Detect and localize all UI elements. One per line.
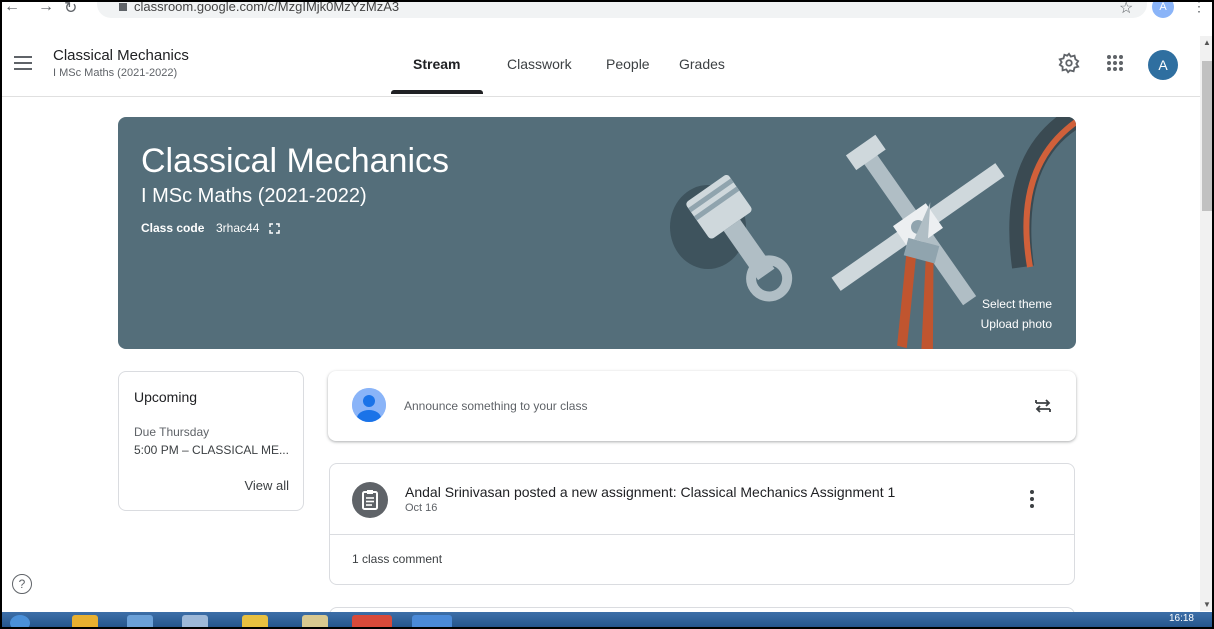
taskbar-app-icon[interactable]	[72, 615, 98, 627]
tab-grades[interactable]: Grades	[679, 56, 725, 72]
announce-placeholder[interactable]: Announce something to your class	[404, 399, 587, 413]
class-code-label: Class code	[141, 221, 205, 235]
post-title[interactable]: Andal Srinivasan posted a new assignment…	[405, 484, 895, 500]
class-code-value: 3rhac44	[216, 221, 260, 235]
due-date-label: Due Thursday	[134, 425, 210, 439]
tab-people[interactable]: People	[606, 56, 650, 72]
help-icon[interactable]: ?	[12, 574, 32, 594]
tab-stream[interactable]: Stream	[413, 56, 460, 72]
reload-icon[interactable]: ↻	[64, 2, 77, 18]
class-banner: Classical Mechanics I MSc Maths (2021-20…	[118, 117, 1076, 349]
active-tab-indicator	[391, 90, 483, 94]
bookmark-star-icon[interactable]: ☆	[1119, 2, 1133, 18]
taskbar-app-icon[interactable]	[412, 615, 452, 627]
gear-icon[interactable]	[1058, 52, 1080, 74]
scrollbar-thumb[interactable]	[1202, 61, 1212, 211]
hamburger-icon[interactable]	[14, 56, 32, 70]
taskbar-app-icon[interactable]	[182, 615, 208, 627]
view-all-link[interactable]: View all	[244, 478, 289, 493]
banner-class-title: Classical Mechanics	[141, 142, 449, 180]
start-button-icon[interactable]	[10, 615, 30, 627]
forward-icon[interactable]: →	[38, 2, 54, 16]
url-text[interactable]: classroom.google.com/c/MzgIMjk0MzYzMzA3	[134, 2, 399, 14]
os-taskbar: 16:18	[2, 612, 1212, 627]
browser-profile-avatar[interactable]: A	[1152, 2, 1174, 18]
account-avatar[interactable]: A	[1148, 50, 1178, 80]
upload-photo-link[interactable]: Upload photo	[981, 317, 1052, 331]
class-title[interactable]: Classical Mechanics	[53, 47, 189, 64]
taskbar-clock: 16:18	[1168, 613, 1194, 624]
scroll-up-icon[interactable]: ▲	[1203, 38, 1211, 47]
class-subtitle: I MSc Maths (2021-2022)	[53, 67, 178, 79]
upcoming-card: Upcoming Due Thursday 5:00 PM – CLASSICA…	[118, 371, 304, 511]
upcoming-title: Upcoming	[134, 389, 198, 405]
announce-box[interactable]: Announce something to your class	[328, 371, 1076, 441]
taskbar-app-icon[interactable]	[242, 615, 268, 627]
tab-classwork[interactable]: Classwork	[507, 56, 572, 72]
user-avatar	[352, 388, 386, 422]
taskbar-app-icon[interactable]	[302, 615, 328, 627]
apps-grid-icon[interactable]	[1106, 54, 1124, 72]
app-header: Classical Mechanics I MSc Maths (2021-20…	[2, 36, 1200, 97]
screenshot-frame: ← → ↻ classroom.google.com/c/MzgIMjk0MzY…	[0, 0, 1214, 629]
upcoming-item[interactable]: 5:00 PM – CLASSICAL ME...	[134, 443, 289, 457]
back-icon[interactable]: ←	[4, 2, 20, 16]
assignment-icon	[352, 482, 388, 518]
browser-toolbar: ← → ↻ classroom.google.com/c/MzgIMjk0MzY…	[2, 2, 1212, 22]
post-divider	[330, 534, 1074, 535]
scrollbar[interactable]: ▲ ▼	[1200, 36, 1212, 611]
expand-icon[interactable]	[269, 223, 280, 234]
post-date: Oct 16	[405, 502, 438, 514]
repost-icon[interactable]	[1032, 395, 1054, 417]
class-comments-link[interactable]: 1 class comment	[352, 552, 442, 566]
taskbar-chrome-icon[interactable]	[352, 615, 392, 627]
stream-post[interactable]: Andal Srinivasan posted a new assignment…	[329, 463, 1075, 585]
more-vert-icon[interactable]	[1030, 490, 1034, 508]
scroll-down-icon[interactable]: ▼	[1203, 600, 1211, 609]
banner-class-subtitle: I MSc Maths (2021-2022)	[141, 185, 367, 207]
lock-icon	[119, 3, 127, 11]
select-theme-link[interactable]: Select theme	[982, 297, 1052, 311]
browser-menu-icon[interactable]: ⋮	[1192, 2, 1206, 15]
taskbar-app-icon[interactable]	[127, 615, 153, 627]
